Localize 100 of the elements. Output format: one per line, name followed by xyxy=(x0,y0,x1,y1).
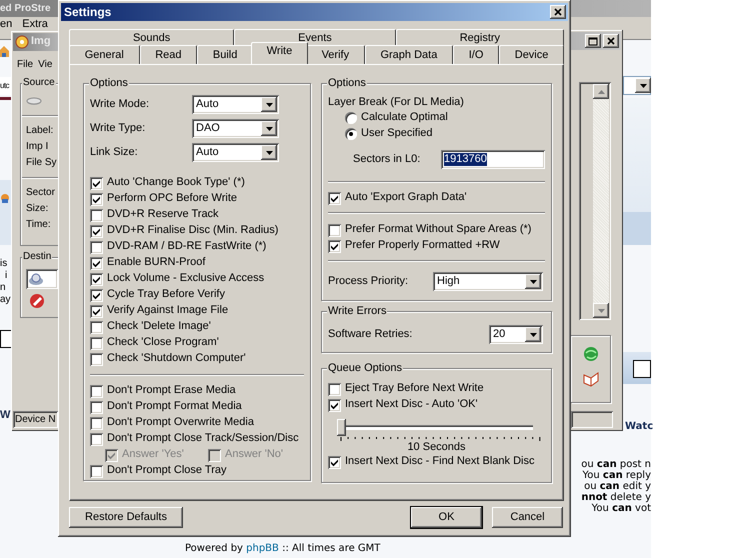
checkbox[interactable] xyxy=(90,288,103,302)
caret-icon xyxy=(528,332,538,338)
field-label: Sectors in L0: xyxy=(353,152,422,166)
slider-thumb[interactable] xyxy=(337,419,346,436)
menu-item[interactable]: en xyxy=(0,18,12,30)
checkbox[interactable] xyxy=(90,384,103,398)
radio-button[interactable] xyxy=(345,128,357,140)
checkbox[interactable] xyxy=(90,464,103,478)
tab[interactable]: Sounds xyxy=(69,29,234,46)
scrollbar[interactable] xyxy=(593,84,609,318)
checkbox-label: Check 'Delete Image' xyxy=(107,320,211,334)
header-band xyxy=(623,212,651,245)
checkbox[interactable] xyxy=(328,398,341,412)
watch-link[interactable]: Watc xyxy=(625,419,654,435)
dropdown[interactable]: 20 xyxy=(489,325,543,344)
radio-button[interactable] xyxy=(345,112,357,124)
input-field[interactable] xyxy=(0,330,12,348)
checkbox[interactable] xyxy=(90,336,103,350)
dropdown[interactable]: Auto xyxy=(192,95,279,114)
down-arrow-icon xyxy=(596,308,606,314)
sectors-field[interactable]: 1913760 xyxy=(441,150,545,169)
menu-item[interactable]: Extra xyxy=(22,18,48,30)
checkbox[interactable] xyxy=(328,456,341,468)
tab[interactable]: Graph Data xyxy=(364,45,454,64)
dropdown[interactable]: High xyxy=(433,272,543,291)
checkbox[interactable] xyxy=(90,272,103,286)
dropdown-button[interactable] xyxy=(261,121,277,136)
tab[interactable]: Device xyxy=(499,45,564,64)
slider-reading: 10 Seconds xyxy=(406,441,467,454)
up-arrow-icon xyxy=(596,88,606,94)
menu-item[interactable]: Vie xyxy=(38,57,52,73)
text-fragment: i xyxy=(5,270,8,281)
checkbox[interactable] xyxy=(328,382,341,396)
checkbox[interactable] xyxy=(328,192,341,204)
dropdown-button[interactable] xyxy=(635,78,651,93)
dropdown-button[interactable] xyxy=(261,97,277,112)
checkbox[interactable] xyxy=(328,224,341,236)
caret-icon xyxy=(638,82,648,88)
checkbox[interactable] xyxy=(90,400,103,414)
tab[interactable]: Verify xyxy=(306,45,365,64)
dialog-button[interactable]: Restore Defaults xyxy=(68,506,184,529)
phpbb-link[interactable]: phpBB xyxy=(246,543,279,554)
check-icon xyxy=(330,400,339,410)
checkbox[interactable] xyxy=(90,432,103,446)
field-label: Link Size: xyxy=(90,146,139,160)
input-field[interactable] xyxy=(633,360,651,378)
checkbox-label: Answer 'Yes' xyxy=(122,448,184,462)
dropdown-button[interactable] xyxy=(525,274,541,289)
checkbox-label: Auto 'Export Graph Data' xyxy=(345,191,467,205)
tab[interactable]: Build xyxy=(197,45,254,64)
field-label: Write Mode: xyxy=(90,98,150,112)
checkbox[interactable] xyxy=(90,304,103,318)
checkbox[interactable] xyxy=(90,192,103,206)
dropdown[interactable]: Auto xyxy=(192,143,279,162)
drive-field[interactable] xyxy=(26,269,58,289)
tab[interactable]: Registry xyxy=(396,29,564,46)
group-title: Options xyxy=(327,77,367,89)
window-title: ed ProStre xyxy=(0,3,51,14)
tab[interactable]: General xyxy=(69,45,140,64)
checkbox[interactable] xyxy=(90,256,103,270)
close-button[interactable] xyxy=(603,34,619,48)
dialog-button[interactable]: OK xyxy=(410,506,483,529)
field-label: Software Retries: xyxy=(328,328,414,342)
checkbox[interactable] xyxy=(90,320,103,334)
section-label: Layer Break (For DL Media) xyxy=(328,95,465,110)
checkbox[interactable] xyxy=(90,240,103,254)
checkbox[interactable] xyxy=(328,240,341,252)
permission-text: ou can edit y xyxy=(583,481,651,492)
maximize-button[interactable] xyxy=(585,34,601,48)
check-icon xyxy=(92,226,101,236)
menu-item[interactable]: File xyxy=(17,57,34,73)
checkbox[interactable] xyxy=(90,352,103,366)
drive-icon xyxy=(26,96,42,106)
maximize-icon xyxy=(588,36,598,46)
field-label: Process Priority: xyxy=(328,274,410,288)
tab[interactable]: Write xyxy=(251,42,308,64)
address-field[interactable]: utc xyxy=(0,77,12,95)
dropdown-button[interactable] xyxy=(261,145,277,160)
tab[interactable]: I/O xyxy=(453,45,500,64)
checkbox[interactable] xyxy=(90,176,103,190)
checkbox[interactable] xyxy=(90,416,103,430)
scroll-down-button[interactable] xyxy=(593,303,609,318)
scroll-up-button[interactable] xyxy=(593,84,609,99)
checkbox-label: Cycle Tray Before Verify xyxy=(107,288,225,302)
checkbox-label: Verify Against Image File xyxy=(107,304,228,318)
checkbox[interactable] xyxy=(90,208,103,222)
checkbox-label: Don't Prompt Close Tray xyxy=(107,464,226,478)
dropdown[interactable]: DAO xyxy=(192,119,279,138)
checkbox-label: Answer 'No' xyxy=(225,448,283,462)
checkbox-label: Enable BURN-Proof xyxy=(107,256,206,270)
tab[interactable]: Read xyxy=(140,45,198,64)
dialog-button[interactable]: Cancel xyxy=(491,506,564,529)
dropdown-button[interactable] xyxy=(525,327,541,342)
caret-icon xyxy=(264,102,274,108)
checkbox-label: Lock Volume - Exclusive Access xyxy=(107,272,264,286)
checkbox-label: Prefer Format Without Spare Areas (*) xyxy=(345,223,532,237)
close-button[interactable] xyxy=(550,5,566,19)
status-text: Device N xyxy=(15,414,56,425)
checkbox[interactable] xyxy=(90,224,103,238)
checkbox-label: Prefer Properly Formatted +RW xyxy=(345,239,500,253)
